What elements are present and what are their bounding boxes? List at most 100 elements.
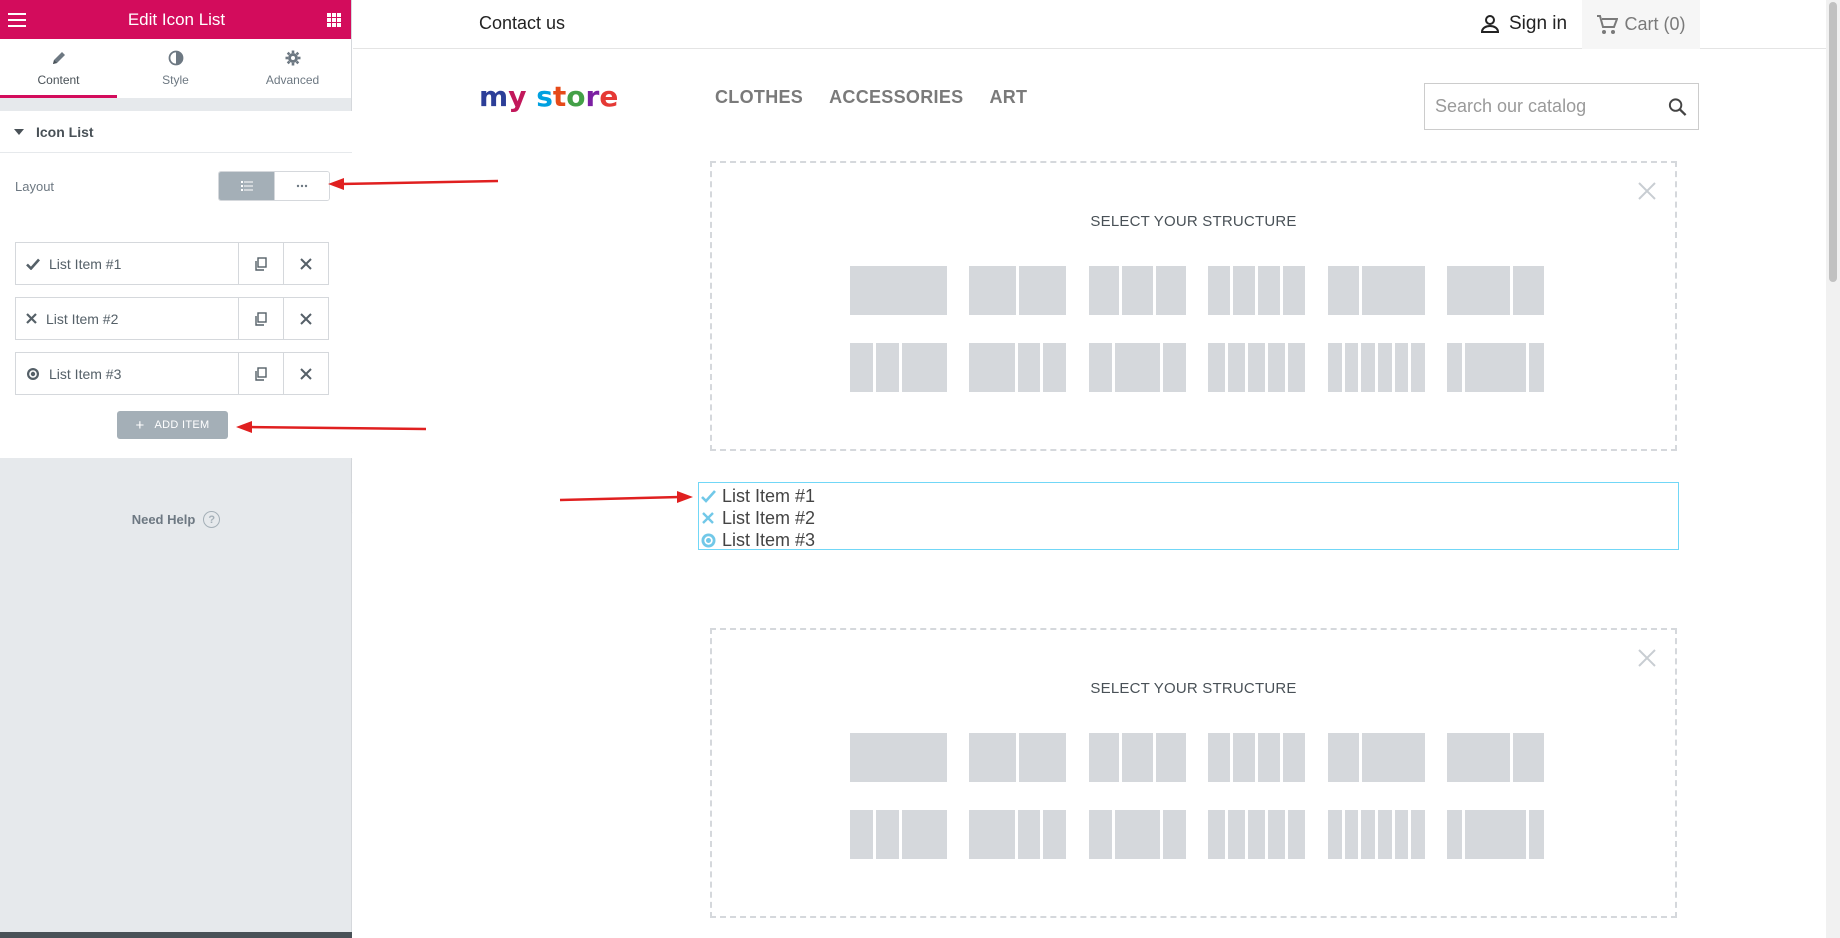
repeater-item: List Item #1 <box>15 242 329 285</box>
section-toggle-icon-list[interactable]: Icon List <box>0 111 352 153</box>
nav-item-art[interactable]: ART <box>989 87 1027 108</box>
structure-picker: SELECT YOUR STRUCTURE <box>710 161 1677 451</box>
structure-preset[interactable] <box>1447 733 1544 782</box>
icon-list-item: List Item #2 <box>701 507 1678 529</box>
structure-preset[interactable] <box>1208 733 1305 782</box>
structure-preset[interactable] <box>969 266 1066 315</box>
icon-list-item-text: List Item #2 <box>722 507 816 528</box>
repeater-item: List Item #3 <box>15 352 329 395</box>
duplicate-button[interactable] <box>238 298 283 339</box>
half-circle-icon <box>168 50 183 66</box>
nav-item-clothes[interactable]: CLOTHES <box>715 87 803 108</box>
panel-header: Edit Icon List <box>0 0 351 39</box>
repeater-item-title[interactable]: List Item #1 <box>16 243 238 284</box>
structure-preset[interactable] <box>850 733 947 782</box>
structure-preset[interactable] <box>1447 810 1545 859</box>
layout-list-option[interactable] <box>219 172 274 200</box>
user-icon <box>1480 15 1500 33</box>
structure-preset[interactable] <box>1328 733 1425 782</box>
section-title: Icon List <box>36 123 94 140</box>
sign-in-link[interactable]: Sign in <box>1479 13 1567 35</box>
widgets-grid-icon[interactable] <box>326 12 341 27</box>
structure-preset[interactable] <box>1447 343 1545 392</box>
structure-heading: SELECT YOUR STRUCTURE <box>1090 680 1297 697</box>
icon-list-item-text: List Item #3 <box>722 529 816 550</box>
gear-icon <box>285 50 300 66</box>
tab-style-label: Style <box>162 73 189 87</box>
add-item-label: ADD ITEM <box>154 419 210 431</box>
structure-picker: SELECT YOUR STRUCTURE <box>710 628 1677 918</box>
contact-us-link[interactable]: Contact us <box>479 13 565 34</box>
copy-icon <box>255 256 267 271</box>
caret-down-icon <box>14 128 24 135</box>
layout-control: Layout <box>15 171 330 201</box>
structure-preset[interactable] <box>1208 266 1305 315</box>
structure-preset[interactable] <box>850 810 947 859</box>
search-icon[interactable] <box>1667 96 1688 118</box>
content-area: Icon List Layout List Item #1 List Item … <box>0 111 352 458</box>
structure-preset[interactable] <box>850 343 947 392</box>
menu-icon[interactable] <box>8 12 26 27</box>
tab-advanced-label: Advanced <box>265 73 320 87</box>
duplicate-button[interactable] <box>238 353 283 394</box>
structure-preset[interactable] <box>1328 810 1426 859</box>
layout-choices <box>218 171 330 201</box>
structure-preset[interactable] <box>969 733 1066 782</box>
search-input[interactable] <box>1435 96 1667 117</box>
structure-preset[interactable] <box>1089 733 1186 782</box>
remove-button[interactable] <box>283 353 328 394</box>
remove-button[interactable] <box>283 243 328 284</box>
layout-label: Layout <box>15 178 55 194</box>
store-topbar: Contact us Sign in Cart (0) <box>353 0 1840 49</box>
search-box <box>1424 83 1699 130</box>
structure-preset[interactable] <box>1089 343 1186 392</box>
structure-preset[interactable] <box>1208 810 1305 859</box>
ellipsis-icon <box>296 184 308 188</box>
structure-preset[interactable] <box>1447 266 1544 315</box>
structure-preset[interactable] <box>1089 810 1186 859</box>
store-logo[interactable]: my store <box>479 80 618 113</box>
panel-title: Edit Icon List <box>127 9 226 29</box>
structure-preset[interactable] <box>1328 266 1425 315</box>
nav-item-accessories[interactable]: ACCESSORIES <box>829 87 963 108</box>
plus-icon: + <box>135 416 145 434</box>
copy-icon <box>255 311 267 326</box>
structure-preset[interactable] <box>1089 266 1186 315</box>
tab-content-label: Content <box>37 73 80 87</box>
repeater-item-title[interactable]: List Item #2 <box>16 298 238 339</box>
icon-list-item: List Item #3 <box>701 529 1678 551</box>
panel-footer <box>0 932 352 938</box>
structure-preset[interactable] <box>969 810 1066 859</box>
repeater-item-label: List Item #2 <box>46 310 119 327</box>
scroll-thumb[interactable] <box>1829 2 1837 282</box>
structure-preset[interactable] <box>1328 343 1426 392</box>
check-icon <box>701 489 716 503</box>
sign-in-label: Sign in <box>1509 13 1568 34</box>
structure-preset[interactable] <box>1208 343 1305 392</box>
icon-list-item: List Item #1 <box>701 485 1678 507</box>
icon-list-widget[interactable]: List Item #1 List Item #2 List Item #3 <box>698 482 1679 550</box>
structure-preset[interactable] <box>850 266 947 315</box>
remove-button[interactable] <box>283 298 328 339</box>
panel-tabs: Content Style Advanced <box>0 39 351 99</box>
preview-area: Contact us Sign in Cart (0) my store CLO… <box>353 0 1840 938</box>
structure-preset[interactable] <box>969 343 1066 392</box>
tab-content[interactable]: Content <box>0 39 117 98</box>
tab-advanced[interactable]: Advanced <box>234 39 351 98</box>
page-scrollbar[interactable] <box>1826 0 1840 938</box>
main-nav: CLOTHES ACCESSORIES ART <box>715 87 1027 108</box>
close-icon[interactable] <box>1637 181 1657 201</box>
add-item-button[interactable]: + ADD ITEM <box>117 411 228 439</box>
copy-icon <box>255 366 267 381</box>
close-icon[interactable] <box>1637 648 1657 668</box>
duplicate-button[interactable] <box>238 243 283 284</box>
cart-button[interactable]: Cart (0) <box>1582 0 1700 49</box>
repeater-item-title[interactable]: List Item #3 <box>16 353 238 394</box>
layout-inline-option[interactable] <box>274 172 329 200</box>
structure-heading: SELECT YOUR STRUCTURE <box>1090 213 1297 230</box>
need-help-link[interactable]: Need Help ? <box>0 511 352 528</box>
icon-list-item-text: List Item #1 <box>722 485 816 506</box>
dot-circle-icon <box>27 367 39 380</box>
times-icon <box>702 511 714 524</box>
tab-style[interactable]: Style <box>117 39 234 98</box>
